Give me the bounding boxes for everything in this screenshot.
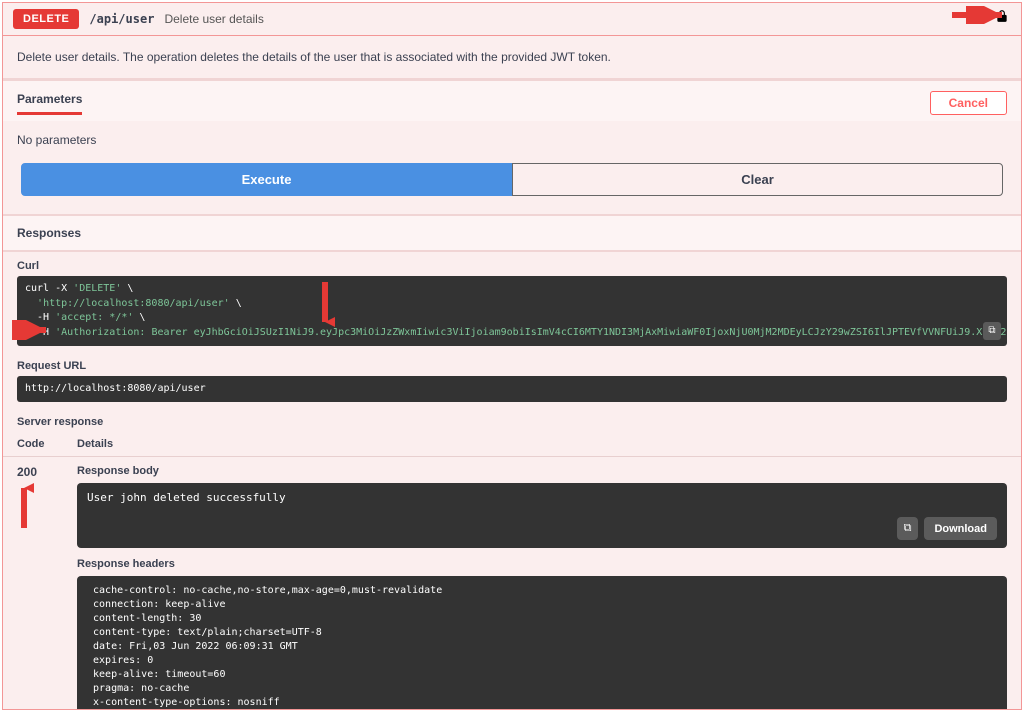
operation-header[interactable]: DELETE /api/user Delete user details [3, 3, 1021, 35]
response-table-head: Code Details [3, 432, 1021, 457]
endpoint-summary: Delete user details [164, 12, 263, 26]
copy-response-icon[interactable]: ⧉ [897, 517, 919, 540]
no-parameters-text: No parameters [3, 121, 1021, 163]
http-method-badge: DELETE [13, 9, 79, 29]
request-url-block[interactable]: http://localhost:8080/api/user [17, 376, 1007, 402]
endpoint-path: /api/user [89, 12, 154, 26]
cancel-button[interactable]: Cancel [930, 91, 1007, 115]
curl-label: Curl [3, 252, 1021, 276]
parameters-tab[interactable]: Parameters [17, 92, 82, 115]
status-code: 200 [17, 465, 77, 710]
response-row: 200 Response body User john deleted succ… [3, 457, 1021, 710]
code-column-header: Code [17, 438, 77, 450]
responses-title: Responses [3, 214, 1021, 252]
copy-curl-icon[interactable]: ⧉ [983, 322, 1001, 340]
execute-row: Execute Clear [3, 163, 1021, 214]
details-column-header: Details [77, 438, 1007, 450]
clear-button[interactable]: Clear [512, 163, 1003, 196]
lock-icon[interactable] [995, 9, 1009, 26]
response-headers-block[interactable]: cache-control: no-cache,no-store,max-age… [77, 576, 1007, 710]
download-button[interactable]: Download [924, 517, 997, 540]
server-response-label: Server response [3, 408, 1021, 432]
curl-command-block[interactable]: curl -X 'DELETE' \ 'http://localhost:808… [17, 276, 1007, 346]
request-url-label: Request URL [3, 352, 1021, 376]
api-operation-panel: DELETE /api/user Delete user details Del… [2, 2, 1022, 710]
response-body-block[interactable]: User john deleted successfully ⧉ Downloa… [77, 483, 1007, 548]
operation-description: Delete user details. The operation delet… [3, 35, 1021, 78]
response-headers-label: Response headers [77, 558, 1007, 570]
response-body-label: Response body [77, 465, 1007, 477]
execute-button[interactable]: Execute [21, 163, 512, 196]
parameters-header: Parameters Cancel [3, 78, 1021, 121]
